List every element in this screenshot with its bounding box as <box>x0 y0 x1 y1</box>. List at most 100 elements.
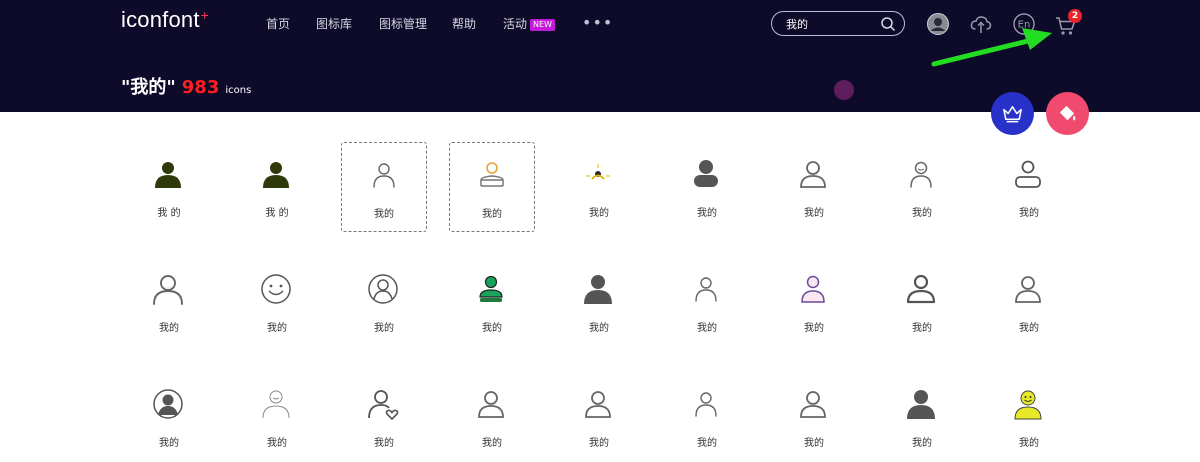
icon-card-label: 我的 <box>267 323 287 334</box>
icon-card-label: 我的 <box>912 438 932 449</box>
icon-card[interactable]: 我的 <box>341 142 427 232</box>
icon-card[interactable]: 我的 <box>879 257 965 347</box>
user-icon <box>478 391 504 418</box>
icon-card-label: 我的 <box>697 323 717 334</box>
user-icon <box>1014 390 1042 420</box>
user-icon <box>907 390 935 419</box>
icon-card[interactable]: 我的 <box>556 257 642 347</box>
icon-card[interactable]: 我 的 <box>234 142 320 232</box>
icon-card[interactable]: 我的 <box>126 257 212 347</box>
paint-bucket-fab-button[interactable] <box>1046 92 1089 135</box>
user-icon <box>1015 160 1041 188</box>
user-icon <box>906 274 936 304</box>
nav-item-icon-management[interactable]: 图标管理 <box>379 15 427 32</box>
icon-card-label: 我的 <box>804 438 824 449</box>
user-icon <box>800 391 826 418</box>
user-icon <box>695 392 717 417</box>
user-icon <box>695 277 717 302</box>
icon-card[interactable]: 我的 <box>556 372 642 462</box>
user-icon <box>368 274 398 304</box>
result-count: 983 <box>181 77 220 98</box>
icon-card-label: 我的 <box>482 209 502 220</box>
user-icon <box>910 161 932 188</box>
icon-card[interactable]: 我的 <box>986 372 1072 462</box>
user-icon <box>480 162 504 187</box>
paint-bucket-icon <box>1059 105 1076 121</box>
icon-card-label: 我的 <box>697 438 717 449</box>
icon-card[interactable]: 我的 <box>449 142 535 232</box>
icon-card[interactable]: 我的 <box>771 142 857 232</box>
crown-fab-button[interactable] <box>991 92 1034 135</box>
icon-card-label: 我的 <box>374 209 394 220</box>
icon-card[interactable]: 我的 <box>986 257 1072 347</box>
icon-card[interactable]: 我的 <box>449 257 535 347</box>
user-icon <box>1015 276 1041 303</box>
icon-card-label: 我的 <box>912 323 932 334</box>
icon-card[interactable]: 我的 <box>771 257 857 347</box>
icon-card-label: 我的 <box>267 438 287 449</box>
nav-item-icon-library[interactable]: 图标库 <box>316 15 352 32</box>
icon-card-label: 我的 <box>912 208 932 219</box>
iconfont-logo[interactable]: iconfont+ <box>121 7 209 33</box>
crown-icon <box>1003 106 1022 123</box>
cart-count-badge: 2 <box>1068 9 1082 23</box>
icon-card[interactable]: 我的 <box>986 142 1072 232</box>
search-box <box>771 11 905 36</box>
icon-card[interactable]: 我的 <box>449 372 535 462</box>
new-badge: NEW <box>530 19 555 31</box>
icon-card-label: 我的 <box>1019 208 1039 219</box>
icon-card-label: 我的 <box>159 323 179 334</box>
search-result-title: "我的" 983 icons <box>121 73 251 99</box>
icon-card-label: 我的 <box>374 438 394 449</box>
language-icon[interactable]: En <box>1012 12 1036 36</box>
icon-card-label: 我的 <box>1019 438 1039 449</box>
user-icon <box>586 164 610 180</box>
icon-card-label: 我的 <box>589 208 609 219</box>
icon-card-label: 我 的 <box>265 208 289 219</box>
nav-item-activity-label: 活动 <box>503 17 528 31</box>
user-icon <box>585 391 611 418</box>
icon-card-label: 我的 <box>589 323 609 334</box>
user-icon <box>373 163 395 188</box>
user-icon <box>368 390 399 420</box>
icon-card-label: 我 的 <box>157 208 181 219</box>
icon-card[interactable]: 我 的 <box>126 142 212 232</box>
cursor-indicator <box>834 80 854 100</box>
user-icon <box>262 390 290 419</box>
result-query: "我的" <box>121 77 176 98</box>
user-icon <box>153 389 183 419</box>
icon-card-label: 我的 <box>482 438 502 449</box>
icon-card-label: 我的 <box>1019 323 1039 334</box>
nav-item-help[interactable]: 帮助 <box>452 15 476 32</box>
icon-card[interactable]: 我的 <box>341 257 427 347</box>
user-icon <box>800 161 826 188</box>
icon-card[interactable]: 我的 <box>879 372 965 462</box>
icon-card[interactable]: 我的 <box>556 142 642 232</box>
icon-card[interactable]: 我的 <box>879 142 965 232</box>
more-menu-button[interactable]: ••• <box>582 13 613 32</box>
icon-card[interactable]: 我的 <box>664 372 750 462</box>
result-count-unit: icons <box>225 85 252 96</box>
user-icon <box>801 275 825 303</box>
logo-plus-mark: + <box>200 7 210 23</box>
icon-card[interactable]: 我的 <box>126 372 212 462</box>
icon-card[interactable]: 我的 <box>341 372 427 462</box>
icon-card-label: 我的 <box>804 208 824 219</box>
icon-card-label: 我的 <box>589 438 609 449</box>
user-icon <box>155 162 181 188</box>
search-input[interactable] <box>786 16 876 32</box>
icon-card[interactable]: 我的 <box>234 372 320 462</box>
user-icon <box>584 275 612 304</box>
nav-item-home[interactable]: 首页 <box>266 15 290 32</box>
user-icon <box>694 160 718 187</box>
icon-card-label: 我的 <box>697 208 717 219</box>
search-icon[interactable] <box>880 16 896 32</box>
icon-card-label: 我的 <box>804 323 824 334</box>
icon-card[interactable]: 我的 <box>664 142 750 232</box>
user-avatar-icon[interactable] <box>926 12 950 36</box>
icon-card[interactable]: 我的 <box>664 257 750 347</box>
upload-cloud-icon[interactable] <box>969 12 993 36</box>
icon-card[interactable]: 我的 <box>771 372 857 462</box>
nav-item-activity[interactable]: 活动 NEW <box>503 15 555 32</box>
icon-card[interactable]: 我的 <box>234 257 320 347</box>
